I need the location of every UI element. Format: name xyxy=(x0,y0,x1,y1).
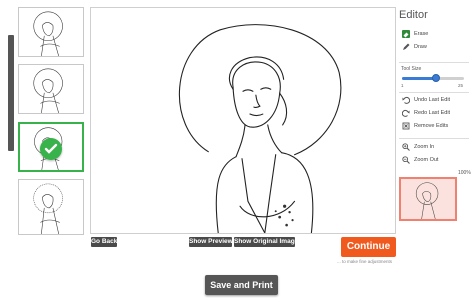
save-and-print-button[interactable]: Save and Print xyxy=(205,275,278,295)
zoom-out-icon xyxy=(402,156,410,164)
show-original-image-button[interactable]: Show Original Image xyxy=(234,237,298,247)
tool-size-label: Tool Size xyxy=(401,66,422,72)
thumbnail-1[interactable] xyxy=(18,7,84,57)
navigator-preview[interactable] xyxy=(399,177,457,221)
show-preview-button[interactable]: Show Preview xyxy=(189,237,233,247)
continue-button[interactable]: Continue xyxy=(341,237,396,257)
thumbnail-sketch xyxy=(33,183,63,234)
preview-sketch xyxy=(415,182,439,219)
erase-label: Erase xyxy=(414,31,429,37)
thumbnail-4[interactable] xyxy=(18,179,84,235)
remove-edits-button[interactable]: Remove Edits xyxy=(402,121,448,131)
thumbnail-sketch xyxy=(33,11,63,56)
remove-edits-label: Remove Edits xyxy=(414,123,449,129)
hint-text: ... to make fine adjustments xyxy=(337,259,393,264)
thumbnail-2[interactable] xyxy=(18,64,84,114)
thumbnail-3[interactable] xyxy=(18,122,84,172)
slider-handle[interactable] xyxy=(432,74,441,82)
zoom-in-label: Zoom In xyxy=(414,144,435,150)
thumbnail-scrollbar[interactable] xyxy=(8,35,14,151)
tool-size-slider[interactable] xyxy=(402,74,464,82)
undo-icon xyxy=(402,96,410,104)
erase-tool[interactable]: Erase xyxy=(402,29,428,39)
zoom-in-button[interactable]: Zoom In xyxy=(402,142,434,152)
remove-edits-icon xyxy=(402,122,410,130)
editor-title: Editor xyxy=(399,9,428,21)
thumbnail-sketch xyxy=(33,68,63,113)
divider xyxy=(399,92,469,93)
pencil-icon xyxy=(402,43,410,51)
zoom-out-label: Zoom Out xyxy=(414,157,439,163)
draw-label: Draw xyxy=(414,44,427,50)
zoom-in-icon xyxy=(402,143,410,151)
tool-size-min: 1 xyxy=(401,83,404,88)
draw-tool[interactable]: Draw xyxy=(402,42,427,52)
divider xyxy=(399,138,469,139)
zoom-level: 100% xyxy=(458,170,471,176)
zoom-out-button[interactable]: Zoom Out xyxy=(402,155,438,165)
editing-canvas[interactable] xyxy=(90,7,396,234)
checkmark-icon xyxy=(40,138,62,160)
redo-label: Redo Last Edit xyxy=(414,110,451,116)
divider xyxy=(399,62,469,63)
slider-fill xyxy=(402,77,437,80)
undo-button[interactable]: Undo Last Edit xyxy=(402,95,450,105)
go-back-button[interactable]: Go Back xyxy=(91,237,117,247)
redo-button[interactable]: Redo Last Edit xyxy=(402,108,450,118)
undo-label: Undo Last Edit xyxy=(414,97,451,103)
line-art-image xyxy=(178,24,342,233)
tool-size-max: 25 xyxy=(458,83,464,88)
redo-icon xyxy=(402,109,410,117)
eraser-icon xyxy=(402,30,410,38)
